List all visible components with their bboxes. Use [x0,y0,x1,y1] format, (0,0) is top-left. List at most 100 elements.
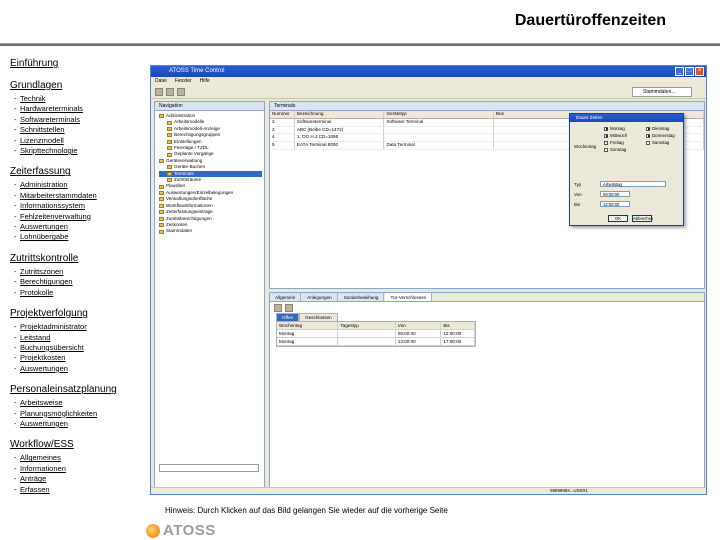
outline-section-title[interactable]: Zeiterfassung [10,166,150,178]
outline-section-title[interactable]: Einführung [10,58,150,70]
type-select[interactable]: Arbeitstag [600,181,666,187]
outline-link[interactable]: - Arbeitsweise [10,398,150,408]
cancel-button[interactable]: Abbrechen [632,215,653,222]
lower-tab[interactable]: Tür-Verschlossen [385,293,433,301]
lower-tab[interactable]: Sonderbeleihung [338,293,385,301]
outline-link[interactable]: - Projektadministrator [10,322,150,332]
outline-link-label: Skripttechnologie [20,146,78,156]
table-row[interactable]: Montag 08:00:00 12:00:00 [277,330,476,338]
outline-link[interactable]: - Fehlzeitenverwaltung [10,212,150,222]
weekday-checkbox[interactable]: Donnerstag [646,133,675,139]
outline-link[interactable]: - Administration [10,180,150,190]
outline-section-items: - Projektadministrator - Leitstand - Buchungs… [10,322,150,374]
outline-link[interactable]: - Leitstand [10,333,150,343]
outline-link[interactable]: - Mitarbeiterstammdaten [10,191,150,201]
folder-icon [167,120,172,125]
outline-link[interactable]: - Skripttechnologie [10,146,150,156]
outline-link[interactable]: - Auswertungen [10,419,150,429]
outline-link[interactable]: - Hardwareterminals [10,104,150,114]
outline-link[interactable]: - Allgemeines [10,453,150,463]
column-header[interactable]: Nummer [270,111,295,118]
column-header[interactable]: Von [395,322,442,330]
ok-button[interactable]: OK [608,215,628,222]
outline-section-items: - Technik - Hardwareterminals - Softwaretermi… [10,94,150,156]
door-times-pane: Allgemein Anlegungen Sonderbeleihung Tür-Ve… [269,292,705,489]
outline-link[interactable]: - Lohnübergabe [10,232,150,242]
outline-section-title[interactable]: Personaleinsatzplanung [10,384,150,396]
outline-link[interactable]: - Anträge [10,474,150,484]
column-header[interactable]: Tagestyp [338,322,396,330]
column-header[interactable]: Bezeichnung [295,111,385,118]
weekday-label: Sonntag [610,147,627,152]
outline-navigation: Einführung Grundlagen - Technik - Hardwareter… [10,58,150,495]
lower-tab[interactable]: Anlegungen [302,293,338,301]
outline-link[interactable]: - Berechtigungen [10,277,150,287]
perspective-selector[interactable]: Stammdaten... [632,87,692,97]
menu-item[interactable]: Fenster [175,77,192,85]
checkbox-icon [604,126,608,131]
save-icon[interactable] [177,87,185,96]
table-cell: 12:00:00 [441,330,476,338]
column-header[interactable]: Wochentag [277,322,339,330]
subtab[interactable]: Offen [276,313,300,321]
outline-section-title[interactable]: Zutrittskontrolle [10,253,150,265]
close-icon[interactable]: × [695,67,704,76]
weekday-checkbox[interactable]: Mittwoch [604,133,627,139]
tab-navigation[interactable]: Navigation [155,102,264,111]
weekday-checkbox[interactable]: Dienstag [646,126,669,132]
tab-terminals[interactable]: Terminals [270,102,704,111]
outline-link[interactable]: - Planungsmöglichkeiten [10,409,150,419]
outline-link[interactable]: - Technik [10,94,150,104]
weekday-label: Wochentag [574,144,597,149]
column-header[interactable]: Bis [441,322,476,330]
outline-link[interactable]: - Informationen [10,464,150,474]
outline-link-label: Technik [20,94,46,103]
outline-section-title[interactable]: Projektverfolgung [10,308,150,320]
to-time-field[interactable]: 12:00:00 [600,201,630,207]
outline-link[interactable]: - Erfassen [10,485,150,495]
menu-item[interactable]: Datei [155,77,167,85]
delete-icon[interactable] [285,303,293,312]
outline-link[interactable]: - Softwareterminals [10,115,150,125]
outline-link[interactable]: - Projektkosten [10,353,150,363]
weekday-checkbox[interactable]: Freitag [604,140,624,146]
table-row[interactable]: Montag 13:00:00 17:00:00 [277,338,476,346]
checkbox-icon [646,140,650,145]
weekday-checkbox[interactable]: Montag [604,126,625,132]
folder-icon [167,178,172,183]
subtab[interactable]: Geschlossen [299,313,338,321]
outline-link-label: Buchungsübersicht [20,342,84,352]
nav-search-input[interactable] [159,464,259,472]
from-time-field[interactable]: 08:00:00 [600,191,630,197]
weekday-checkbox[interactable]: Sonntag [604,147,626,153]
status-text: 99999993...USER1 [550,488,588,493]
column-header[interactable]: Gerätetyp [384,111,494,118]
outline-link-label: Anträge [20,474,47,484]
atoss-logo: ATOSS [146,522,216,539]
table-cell: Software Terminal [384,118,494,126]
outline-link[interactable]: - Protokolle [10,288,150,298]
outline-link[interactable]: - Schnittstellen [10,125,150,135]
lower-tab[interactable]: Allgemein [270,293,302,301]
outline-section-title[interactable]: Workflow/ESS [10,439,150,451]
outline-link[interactable]: - Buchungsübersicht [10,343,150,353]
tree-item[interactable]: Stammdaten [159,228,262,234]
app-screenshot[interactable]: ATOSS Time Control _ □ × Datei Fenster Hil… [150,65,707,495]
outline-link[interactable]: - Informationssystem [10,201,150,211]
outline-link-label: Zutrittszonen [20,266,64,276]
lower-toolbar [270,302,704,313]
minimize-icon[interactable]: _ [675,67,684,76]
back-icon[interactable] [155,87,163,96]
outline-section-title[interactable]: Grundlagen [10,80,150,92]
add-icon[interactable] [274,303,282,312]
menu-item[interactable]: Hilfe [200,77,210,85]
forward-icon[interactable] [166,87,174,96]
app-statusbar: 99999993...USER1 [151,487,706,494]
outline-link-label: Allgemeines [20,453,61,463]
outline-link[interactable]: - Lizenzmodell [10,136,150,146]
outline-link[interactable]: - Auswertungen [10,222,150,232]
weekday-checkbox[interactable]: Samstag [646,140,669,146]
outline-link[interactable]: - Auswertungen [10,364,150,374]
outline-link[interactable]: - Zutrittszonen [10,267,150,277]
maximize-icon[interactable]: □ [685,67,694,76]
